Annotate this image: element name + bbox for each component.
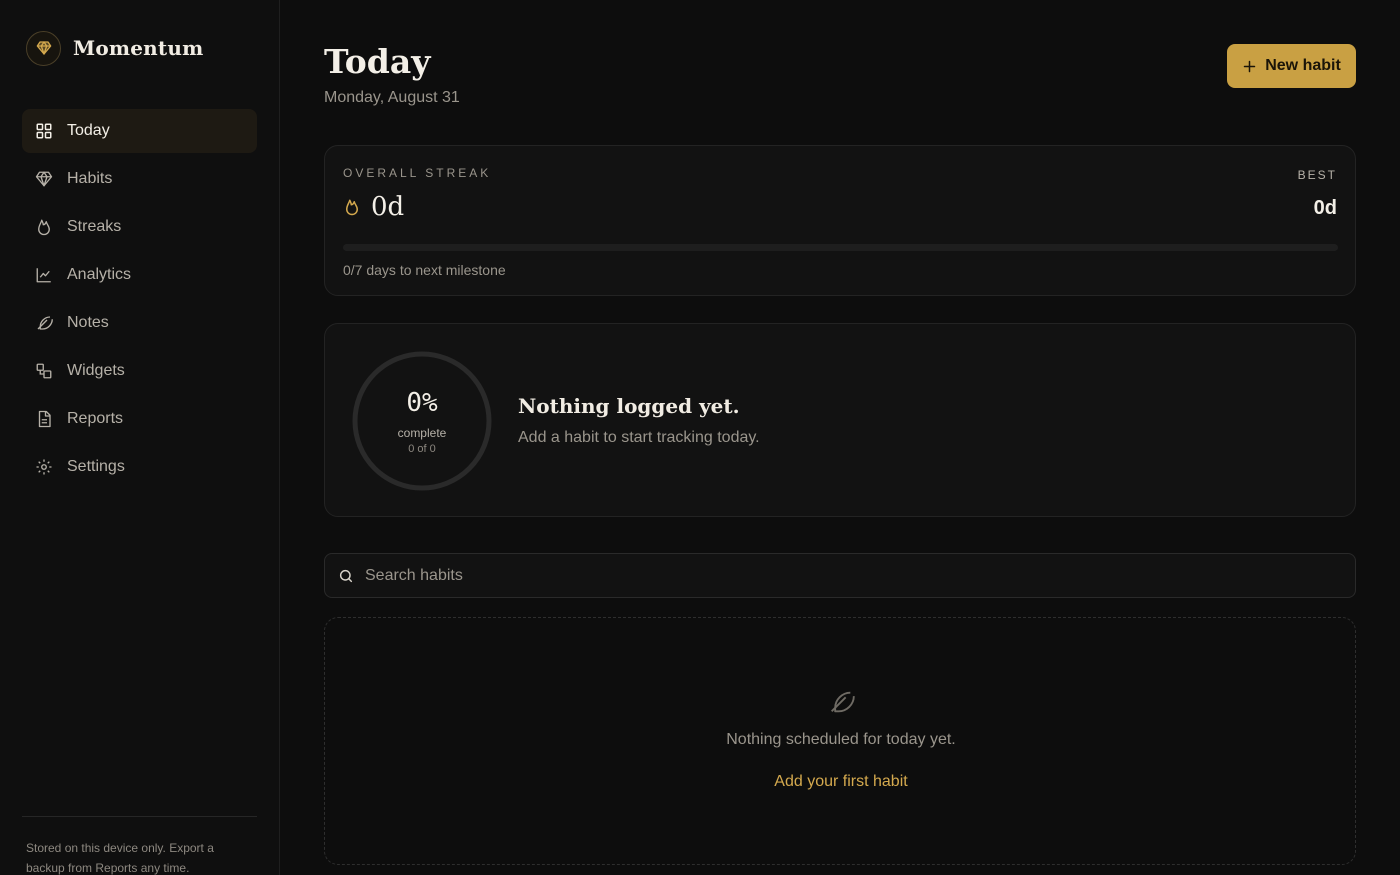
sidebar-nav: Today Habits Streaks Analytics Notes Wid…	[22, 109, 257, 493]
grid-icon	[35, 122, 53, 140]
streak-value: 0d	[343, 192, 404, 222]
sidebar-item-habits[interactable]: Habits	[22, 157, 257, 201]
plus-icon	[1243, 60, 1256, 72]
brand-name: Momentum	[73, 36, 204, 60]
sidebar-item-reports[interactable]: Reports	[22, 397, 257, 441]
document-icon	[35, 410, 53, 428]
best-label: BEST	[1297, 168, 1337, 182]
completion-percent: 0%	[406, 387, 438, 418]
flame-icon	[35, 218, 53, 236]
gem-icon	[35, 170, 53, 188]
completion-label: complete	[397, 425, 447, 440]
brand[interactable]: Momentum	[26, 30, 203, 66]
milestone-text: 0/7 days to next milestone	[343, 262, 506, 278]
main-content: Today Monday, August 31 New habit OVERAL…	[324, 0, 1356, 875]
brand-logo	[26, 30, 61, 66]
flame-icon	[346, 199, 358, 216]
streak-label: OVERALL STREAK	[343, 166, 492, 180]
search-input[interactable]	[365, 566, 1355, 585]
habit-list-empty-state: Nothing scheduled for today yet. Add you…	[324, 617, 1356, 865]
streak-card: OVERALL STREAK 0d BEST 0d 0/7 days to ne…	[324, 145, 1356, 296]
sidebar-item-label: Habits	[67, 170, 113, 187]
streak-number: 0d	[371, 192, 405, 222]
sidebar-item-today[interactable]: Today	[22, 109, 257, 153]
search-box[interactable]	[324, 553, 1356, 598]
sidebar-item-streaks[interactable]: Streaks	[22, 205, 257, 249]
feather-icon	[35, 314, 53, 332]
gem-icon	[36, 41, 51, 55]
sidebar-item-analytics[interactable]: Analytics	[22, 253, 257, 297]
chart-line-icon	[35, 266, 53, 284]
best-value: 0d	[1313, 197, 1337, 219]
milestone-progress-bar	[343, 244, 1338, 251]
sidebar-item-label: Streaks	[67, 218, 122, 235]
sidebar-item-label: Settings	[67, 458, 125, 475]
page-date: Monday, August 31	[324, 89, 460, 106]
summary-subtitle: Add a habit to start tracking today.	[518, 429, 760, 446]
page-title: Today	[324, 42, 431, 81]
summary-title: Nothing logged yet.	[518, 394, 740, 418]
new-habit-button[interactable]: New habit	[1227, 44, 1356, 88]
sidebar-item-label: Analytics	[67, 266, 132, 283]
sidebar-item-widgets[interactable]: Widgets	[22, 349, 257, 393]
completion-count: 0 of 0	[408, 442, 436, 455]
sidebar-item-label: Today	[67, 122, 110, 139]
sidebar-item-label: Widgets	[67, 362, 125, 379]
add-first-habit-link[interactable]: Add your first habit	[325, 773, 1357, 791]
storage-note: Stored on this device only. Export a bac…	[26, 841, 214, 875]
widgets-icon	[35, 362, 53, 380]
search-icon	[339, 569, 353, 582]
sidebar-item-label: Reports	[67, 410, 124, 427]
feather-icon	[827, 688, 855, 721]
sidebar-item-settings[interactable]: Settings	[22, 445, 257, 489]
new-habit-label: New habit	[1265, 57, 1341, 74]
completion-ring: 0% complete 0 of 0	[351, 350, 493, 492]
empty-state-message: Nothing scheduled for today yet.	[726, 731, 956, 748]
sidebar-item-notes[interactable]: Notes	[22, 301, 257, 345]
gear-icon	[35, 458, 53, 476]
today-summary-card: 0% complete 0 of 0 Nothing logged yet. A…	[324, 323, 1356, 517]
sidebar-divider	[22, 816, 257, 817]
sidebar-item-label: Notes	[67, 314, 109, 331]
sidebar: Momentum Today Habits Streaks Analytics	[0, 0, 280, 875]
